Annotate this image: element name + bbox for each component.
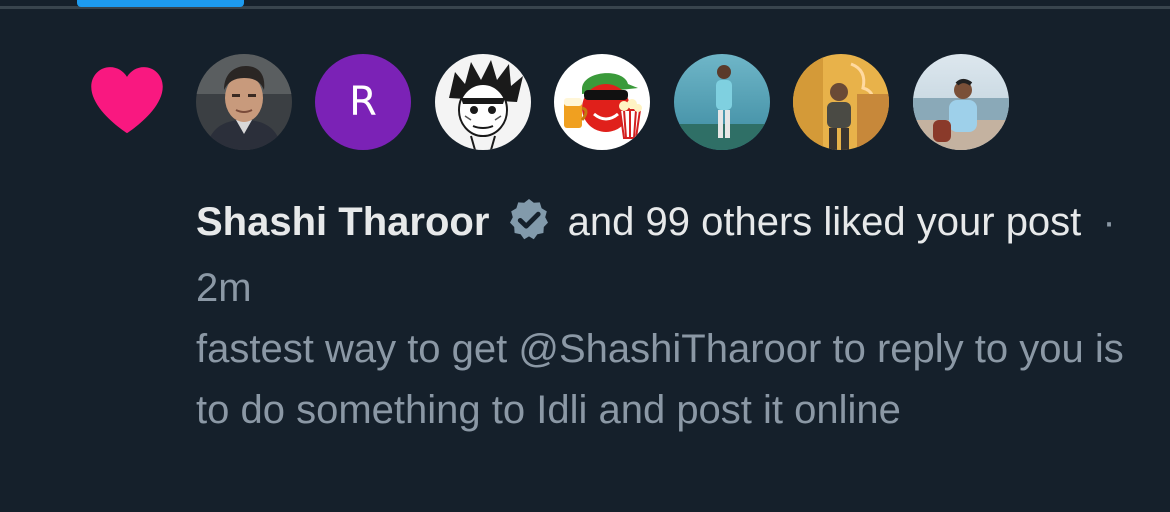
actor-name[interactable]: Shashi Tharoor <box>196 200 489 244</box>
avatar-shashi-tharoor[interactable] <box>196 54 292 150</box>
notifications-page: R Shashi Tharoor and 99 others liked you… <box>0 0 1170 512</box>
active-tab-indicator <box>77 0 244 7</box>
notification-action-text: and 99 others liked your post <box>567 200 1082 244</box>
verified-badge-icon <box>509 199 548 240</box>
avatar-letter: R <box>315 54 411 150</box>
avatar-man-outdoors[interactable] <box>674 54 770 150</box>
avatar-cartoon-beer-popcorn[interactable] <box>554 54 650 150</box>
liked-post-text: fastest way to get @ShashiTharoor to rep… <box>196 327 1124 432</box>
avatar-anime-sketch[interactable] <box>435 54 531 150</box>
notification-timestamp: 2m <box>196 266 252 310</box>
heart-icon <box>91 67 163 134</box>
like-notification[interactable]: R Shashi Tharoor and 99 others liked you… <box>0 9 1170 512</box>
avatar-man-seaside[interactable] <box>913 54 1009 150</box>
notification-headline: Shashi Tharoor and 99 others liked your … <box>196 189 1126 321</box>
avatar-letter-r[interactable]: R <box>315 54 411 150</box>
avatar-man-neon-wall[interactable] <box>793 54 889 150</box>
meta-separator: · <box>1102 200 1116 244</box>
